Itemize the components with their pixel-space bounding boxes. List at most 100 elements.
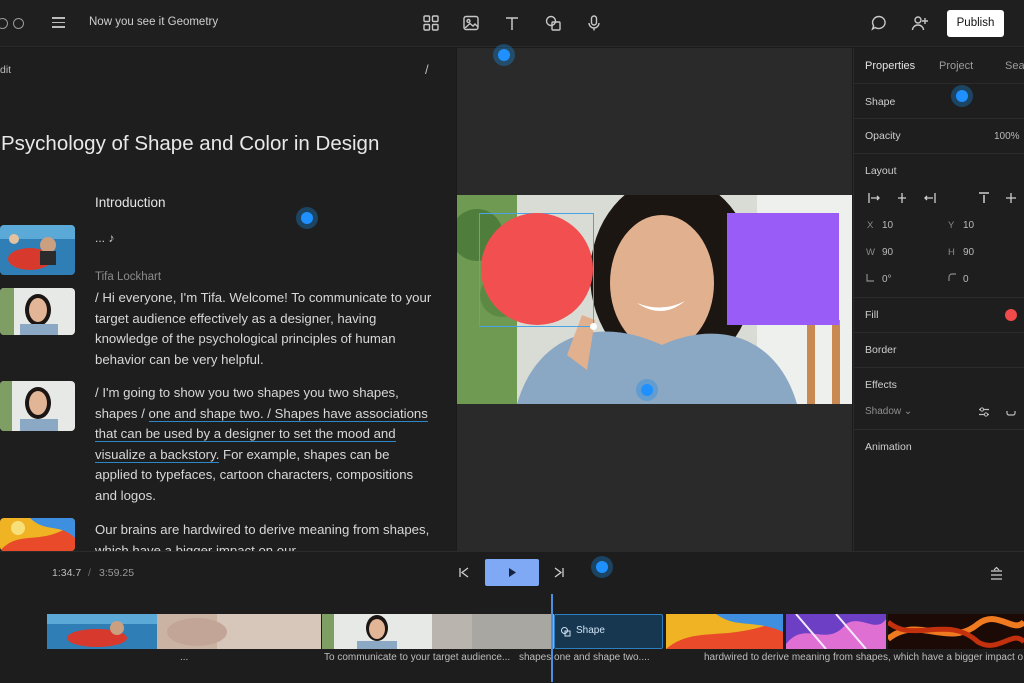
x-value[interactable]: 10 — [882, 220, 893, 231]
layout-label: Layout — [865, 165, 897, 177]
play-icon — [509, 568, 516, 577]
hamburger-menu-icon[interactable] — [52, 17, 65, 28]
current-time: 1:34.7 — [52, 567, 82, 579]
align-top-icon[interactable] — [978, 192, 990, 204]
publish-button[interactable]: Publish — [947, 10, 1004, 37]
w-key: W — [866, 247, 875, 258]
shape-label: Shape — [865, 96, 896, 108]
playhead[interactable] — [551, 594, 553, 682]
document-title[interactable]: Now you see it Geometry — [89, 16, 218, 28]
rotation-value[interactable]: 0° — [882, 274, 892, 285]
video-canvas[interactable] — [457, 195, 852, 404]
align-center-icon[interactable] — [896, 192, 908, 204]
cursor-indicator — [493, 44, 515, 66]
opacity-section: Opacity 100% — [854, 119, 1024, 154]
clip-caption: To communicate to your target audience..… — [324, 652, 511, 663]
collapse-icon[interactable] — [990, 567, 1003, 580]
script-paragraph[interactable]: / Hi everyone, I'm Tifa. Welcome! To com… — [95, 288, 435, 370]
animation-label: Animation — [865, 441, 912, 453]
time-separator: / — [88, 567, 91, 579]
clip-caption: hardwired to derive meaning from shapes,… — [704, 652, 1024, 663]
speaker-label[interactable]: Tifa Lockhart — [95, 271, 161, 283]
h-value[interactable]: 90 — [963, 247, 974, 258]
shape-clip-label: Shape — [576, 625, 605, 636]
x-key: X — [867, 220, 874, 231]
border-label: Border — [865, 344, 897, 356]
effects-section: Effects Shadow ⌄ — [854, 368, 1024, 430]
window-control-icon[interactable] — [0, 18, 8, 29]
opacity-label: Opacity — [865, 130, 901, 142]
scene-thumbnail[interactable] — [0, 225, 75, 275]
layout-section: Layout X 10 Y 10 W 90 H 90 0° 0 — [854, 154, 1024, 298]
properties-panel: Properties Project Sea Shape Opacity 100… — [853, 48, 1024, 551]
microphone-icon[interactable] — [585, 14, 603, 32]
slash-command-hint[interactable]: / — [425, 62, 429, 77]
y-value[interactable]: 10 — [963, 220, 974, 231]
top-bar: Now you see it Geometry Publish — [0, 0, 1024, 47]
cursor-indicator — [636, 379, 658, 401]
edit-label: dit — [0, 64, 12, 76]
timeline-clip[interactable] — [786, 614, 886, 649]
section-heading[interactable]: Introduction — [95, 195, 166, 210]
timeline-clip[interactable] — [432, 614, 554, 649]
script-paragraph[interactable]: Our brains are hardwired to derive meani… — [95, 520, 435, 551]
timeline: 1:34.7 / 3:59.25 Shape ... To communicat… — [0, 551, 1024, 683]
adjust-icon[interactable] — [978, 406, 990, 418]
skip-back-icon[interactable] — [458, 567, 469, 578]
animation-section[interactable]: Animation — [854, 430, 1024, 465]
align-left-icon[interactable] — [868, 192, 880, 204]
comment-icon[interactable] — [870, 14, 888, 32]
timeline-clip[interactable] — [157, 614, 321, 649]
window-control-icon[interactable] — [13, 18, 24, 29]
purple-square-shape[interactable] — [727, 213, 839, 325]
y-key: Y — [948, 220, 955, 231]
red-circle-shape[interactable] — [481, 213, 593, 325]
shadow-dropdown[interactable]: Shadow ⌄ — [865, 406, 912, 417]
shapes-icon — [561, 627, 571, 637]
scene-thumbnail[interactable] — [0, 381, 75, 431]
opacity-value[interactable]: 100% — [994, 131, 1020, 142]
script-title[interactable]: Psychology of Shape and Color in Design — [1, 132, 379, 156]
play-button[interactable] — [485, 559, 539, 586]
shape-section: Shape — [854, 83, 1024, 119]
fill-label: Fill — [865, 309, 879, 321]
tab-search[interactable]: Sea — [1005, 60, 1024, 72]
scene-thumbnail[interactable] — [0, 518, 75, 551]
grid-icon[interactable] — [422, 14, 440, 32]
script-editor[interactable]: dit / Psychology of Shape and Color in D… — [0, 48, 456, 551]
total-time: 3:59.25 — [99, 567, 135, 579]
clip-caption: ... — [180, 652, 189, 663]
align-middle-icon[interactable] — [1005, 192, 1017, 204]
corner-radius-icon — [948, 273, 956, 281]
shape-clip[interactable]: Shape — [554, 614, 663, 649]
link-icon[interactable] — [1005, 406, 1017, 418]
h-key: H — [948, 247, 955, 258]
cursor-indicator — [951, 85, 973, 107]
shapes-icon[interactable] — [544, 14, 562, 32]
image-icon[interactable] — [462, 14, 480, 32]
text-icon[interactable] — [503, 14, 521, 32]
cursor-indicator — [591, 556, 613, 578]
effects-label: Effects — [865, 379, 897, 391]
script-paragraph[interactable]: / I'm going to show you two shapes you t… — [95, 383, 435, 506]
tab-project[interactable]: Project — [939, 60, 973, 72]
scene-thumbnail[interactable] — [0, 288, 75, 335]
add-user-icon[interactable] — [911, 14, 929, 32]
radius-value[interactable]: 0 — [963, 274, 969, 285]
cursor-indicator — [296, 207, 318, 229]
fill-section: Fill — [854, 298, 1024, 333]
timeline-clip[interactable] — [322, 614, 432, 649]
resize-handle[interactable] — [590, 323, 597, 330]
timeline-clip[interactable] — [47, 614, 157, 649]
border-section[interactable]: Border — [854, 333, 1024, 368]
skip-forward-icon[interactable] — [554, 567, 565, 578]
fill-color-swatch[interactable] — [1005, 309, 1017, 321]
tab-properties[interactable]: Properties — [865, 60, 915, 72]
music-cue[interactable]: ... ♪ — [95, 231, 114, 245]
timeline-clip[interactable] — [888, 614, 1024, 649]
w-value[interactable]: 90 — [882, 247, 893, 258]
timeline-clip[interactable] — [666, 614, 783, 649]
align-right-icon[interactable] — [924, 192, 936, 204]
rotation-icon — [866, 274, 874, 282]
clip-caption: shapes one and shape two.... — [519, 652, 650, 663]
